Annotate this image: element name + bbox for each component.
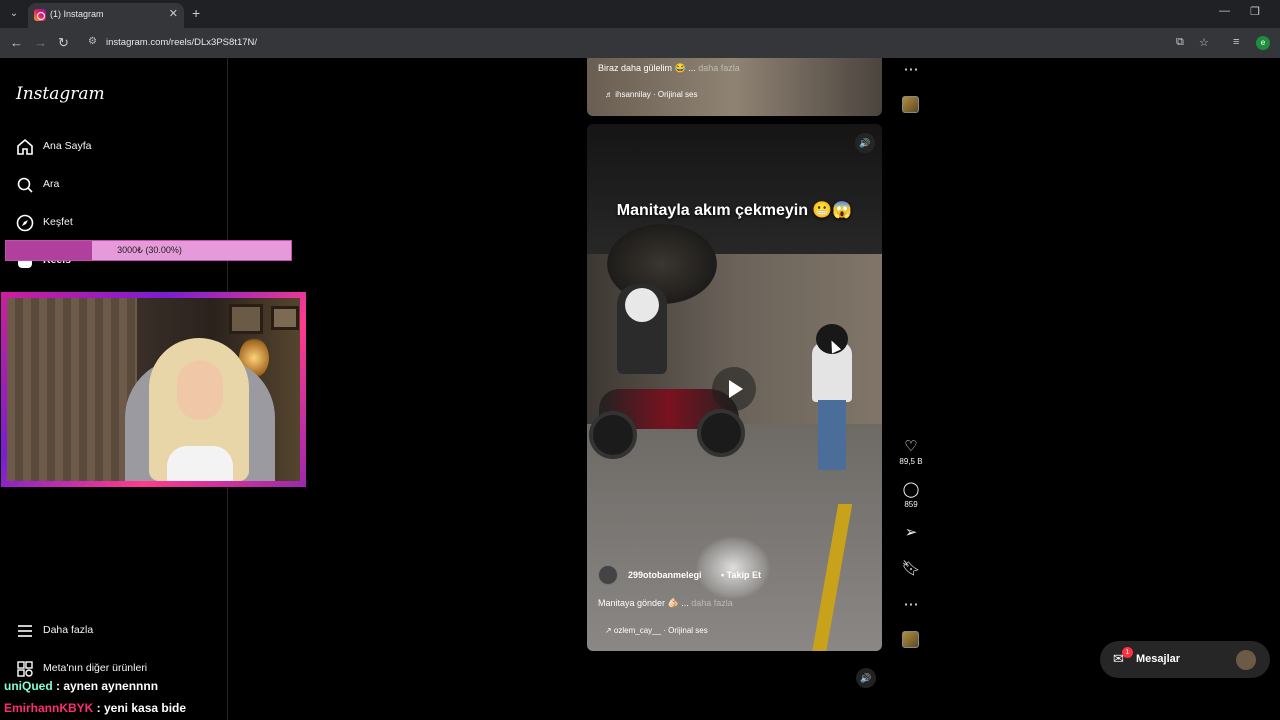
streamer-body	[167, 446, 233, 481]
video-text-overlay: Manitayla akım çekmeyin 😬😱	[616, 202, 853, 219]
unread-badge: 1	[1122, 647, 1133, 658]
browser-tab[interactable]: (1) Instagram ✕	[28, 3, 184, 28]
reload-icon[interactable]: ↻	[58, 35, 69, 51]
heart-icon: ♡	[904, 438, 918, 455]
tab-title: (1) Instagram	[50, 9, 104, 19]
chat-message: EmirhannKBYK : yeni kasa bide	[4, 701, 186, 715]
audio-thumbnail[interactable]	[902, 631, 919, 648]
menu-icon	[18, 625, 32, 637]
chat-message: uniQued : aynen aynennnn	[4, 679, 158, 693]
more-link[interactable]: daha fazla	[689, 598, 733, 608]
bookmark-icon: 🔖︎	[901, 560, 921, 577]
more-options-button[interactable]: ⋯	[898, 596, 924, 613]
home-icon	[17, 138, 33, 155]
install-app-icon[interactable]: ⧉	[1176, 36, 1184, 49]
follow-button[interactable]: • Takip Et	[721, 570, 761, 580]
chat-text: : aynen aynennnn	[52, 679, 159, 693]
save-button[interactable]: 🔖︎	[898, 560, 924, 577]
play-icon[interactable]	[712, 367, 756, 411]
caption-text: Biraz daha gülelim 😂 ...	[598, 63, 696, 73]
share-button[interactable]: ➢	[898, 524, 924, 541]
forward-arrow-icon[interactable]: →	[34, 35, 47, 50]
previous-reel[interactable]: Biraz daha gülelim 😂 ... daha fazla ♬ ih…	[587, 58, 882, 116]
url-text[interactable]: instagram.com/reels/DLx3PS8t17N/	[106, 37, 257, 48]
girl-jeans	[818, 400, 846, 470]
instagram-logo[interactable]: Instagram	[16, 84, 105, 104]
next-reel-volume-icon[interactable]: 🔊	[856, 668, 876, 688]
browser-tab-bar: ⌄ (1) Instagram ✕ + — ❐	[0, 0, 1280, 28]
like-button[interactable]: ♡ 89,5 B	[898, 438, 924, 466]
webcam-feed	[7, 298, 300, 481]
current-reel-video[interactable]: Manitayla akım çekmeyin 😬😱 🔊 299otobanme…	[587, 124, 882, 651]
sidebar-item-label: Keşfet	[43, 216, 73, 228]
wall-picture-frame	[229, 304, 263, 334]
previous-audio-thumbnail[interactable]	[902, 96, 919, 113]
profile-avatar[interactable]: e	[1256, 36, 1270, 50]
comment-icon: ◯	[902, 481, 920, 498]
reel-caption: Manitaya gönder 🫵🏻 ... daha fazla	[598, 598, 733, 609]
bookmark-star-icon[interactable]: ☆	[1199, 36, 1209, 49]
site-info-icon[interactable]: ⚙	[88, 37, 98, 47]
previous-reel-audio[interactable]: ♬ ihsannilay · Orijinal ses	[605, 90, 697, 99]
channel-watermark-logo	[695, 536, 771, 600]
comment-button[interactable]: ◯ 859	[898, 481, 924, 509]
like-count: 89,5 B	[899, 457, 923, 466]
restore-button[interactable]: ❐	[1250, 5, 1260, 18]
instagram-favicon-icon	[34, 9, 46, 21]
motorcycle-wheel	[697, 409, 745, 457]
messages-label: Mesajlar	[1136, 653, 1181, 665]
new-tab-button[interactable]: +	[192, 5, 200, 21]
curtain	[7, 298, 137, 481]
sidebar-item-label: Ana Sayfa	[43, 140, 92, 152]
author-avatar[interactable]	[598, 565, 618, 585]
wall-picture-frame	[271, 306, 299, 330]
chat-text: : yeni kasa bide	[93, 701, 187, 715]
video-rider-helmet	[625, 288, 659, 322]
send-icon: ➢	[904, 524, 918, 541]
meta-icon	[17, 661, 33, 677]
message-avatar	[1236, 650, 1256, 670]
more-link[interactable]: daha fazla	[696, 63, 740, 73]
more-horizontal-icon: ⋯	[903, 596, 919, 613]
compass-icon	[16, 214, 34, 232]
messages-button[interactable]: ✉ 1 Mesajlar	[1100, 641, 1270, 678]
sidebar-item-label: Daha fazla	[43, 624, 94, 636]
previous-more-options[interactable]: ⋯	[898, 61, 924, 78]
donation-goal-bar: 3000₺ (30.00%)	[5, 240, 292, 261]
caption-text: Manitaya gönder 🫵🏻 ...	[598, 598, 689, 608]
webcam-overlay	[1, 292, 306, 487]
sidebar-item-label: Meta'nın diğer ürünleri	[43, 662, 148, 674]
comment-count: 859	[904, 500, 918, 509]
volume-icon[interactable]: 🔊	[855, 133, 875, 153]
tab-list-chevron-icon[interactable]: ⌄	[4, 4, 24, 24]
search-icon	[17, 177, 33, 193]
reel-audio-link[interactable]: ↗ ozlem_cay__ · Orijinal ses	[605, 626, 708, 635]
media-control-icon[interactable]: ≡	[1233, 36, 1239, 48]
streamer-face	[177, 360, 223, 420]
browser-toolbar: ← → ↻ ⚙ instagram.com/reels/DLx3PS8t17N/…	[0, 28, 1280, 58]
author-username[interactable]: 299otobanmelegi	[628, 570, 702, 580]
chat-username: EmirhannKBYK	[4, 701, 94, 715]
more-horizontal-icon: ⋯	[903, 61, 919, 78]
chat-username: uniQued	[4, 679, 53, 693]
tab-close-icon[interactable]: ✕	[169, 7, 178, 20]
donation-goal-label: 3000₺ (30.00%)	[117, 245, 182, 255]
minimize-button[interactable]: —	[1219, 5, 1230, 17]
previous-reel-caption: Biraz daha gülelim 😂 ... daha fazla	[598, 63, 740, 74]
motorcycle-wheel	[589, 411, 637, 459]
sidebar-item-label: Ara	[43, 178, 60, 190]
back-arrow-icon[interactable]: ←	[10, 35, 23, 50]
